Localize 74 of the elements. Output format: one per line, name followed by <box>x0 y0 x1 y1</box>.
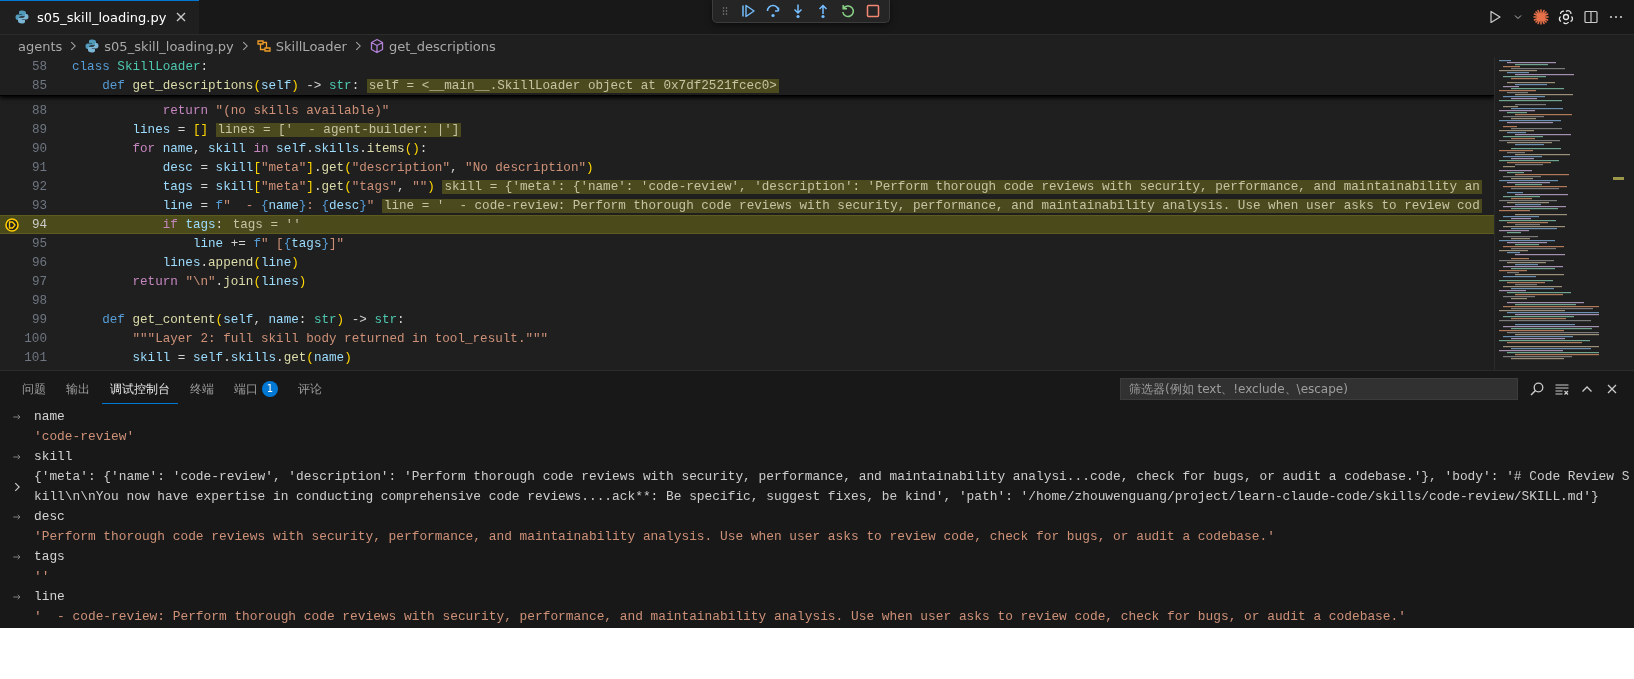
split-editor-icon[interactable] <box>1583 9 1599 25</box>
code-line: def get_content(self, name: str) -> str: <box>101 312 405 327</box>
stop-icon[interactable] <box>865 3 881 19</box>
watch-expression: desc <box>34 508 65 526</box>
count-badge: 1 <box>262 381 278 397</box>
inline-value: lines = [' - agent-builder: |'] <box>215 122 462 137</box>
clear-console-icon[interactable] <box>1554 381 1570 397</box>
inline-value: line = ' - code-review: Perform thorough code reviews with security, performance, and maintainability analysis. Use when user asks to review cod <box>381 198 1482 213</box>
line-number: 95 <box>30 236 48 251</box>
panel-tab[interactable]: 调试控制台 <box>102 374 178 404</box>
code-line: def get_descriptions(self) -> str: <box>101 78 360 93</box>
watch-expression: tags <box>34 548 65 566</box>
watch-expression: name <box>34 408 65 426</box>
inline-value: tags = '' <box>230 217 303 232</box>
code-line: line += f" [{tags}]" <box>191 236 345 251</box>
line-number: 99 <box>30 312 48 327</box>
code-line: for name, skill in self.skills.items(): <box>131 141 428 156</box>
watch-expression: skill <box>34 448 73 466</box>
breadcrumb-item[interactable]: get_descriptions <box>388 38 496 54</box>
panel-tab[interactable]: 输出 <box>58 374 98 404</box>
line-number: 97 <box>30 274 48 289</box>
line-number: 90 <box>30 141 48 156</box>
starburst-icon[interactable] <box>1533 9 1549 25</box>
line-number: 96 <box>30 255 48 270</box>
python-icon <box>14 9 30 25</box>
line-number: 94 <box>30 217 48 232</box>
overview-ruler-mark <box>1613 177 1624 180</box>
line-number: 58 <box>30 59 48 74</box>
code-line: line = f" - {name}: {desc}" <box>161 198 375 213</box>
panel-tab[interactable]: 终端 <box>182 374 222 404</box>
run-icon[interactable] <box>1487 9 1503 25</box>
breadcrumb-item[interactable]: agents <box>18 38 63 54</box>
inline-value: skill = {'meta': {'name': 'code-review', 'description': 'Perform thorough code reviews with security, performance, and maintainability an <box>442 179 1482 194</box>
line-number: 85 <box>30 78 48 93</box>
inline-value: self = <__main__.SkillLoader object at 0x7df2521fcec0> <box>366 78 779 93</box>
expression-value: '' <box>34 568 51 586</box>
expression-value: 'code-review' <box>34 428 136 446</box>
code-line: desc = skill["meta"].get("description", "No description") <box>161 160 594 175</box>
class-icon <box>255 38 272 54</box>
editor-tab[interactable]: s05_skill_loading.py <box>0 0 200 34</box>
expression-value: {'meta': {'name': 'code-review', 'description': 'Perform thorough code reviews with security, performance, and maintainability analysi...code, check for bugs, or audit a codebase.'}, 'body': '# Code Review Skill\n\nYou now have expertise in conducting comprehensive code reviews....ack**: Be specific, suggest fixes, be kind', 'path': '/home/zhouwenguang/project/learn-claude-code/skills/code-review/SKILL.md'} <box>34 468 1630 506</box>
watch-expression: line <box>34 588 65 606</box>
expression-value: ' - code-review: Perform thorough code reviews with security, performance, and maintainability analysis. Use when user asks to review code, check for bugs, or audit a codebase.' <box>34 608 1407 626</box>
line-number: 93 <box>30 198 48 213</box>
knot-icon[interactable] <box>1558 9 1574 25</box>
search-icon[interactable] <box>1529 381 1545 397</box>
step-over-icon[interactable] <box>765 3 781 19</box>
code-line: return "\n".join(lines) <box>131 274 307 289</box>
code-line: skill = self.skills.get(name) <box>131 350 352 365</box>
breadcrumb-item[interactable]: s05_skill_loading.py <box>104 38 234 54</box>
code-line: """Layer 2: full skill body returned in tool_result.""" <box>131 331 549 346</box>
line-number: 92 <box>30 179 48 194</box>
code-line: class SkillLoader: <box>72 59 209 74</box>
code-line: lines = [] <box>131 122 209 137</box>
restart-icon[interactable] <box>840 3 856 19</box>
continue-icon[interactable] <box>740 3 756 19</box>
cube-icon <box>368 38 385 54</box>
line-number: 101 <box>24 350 48 365</box>
panel-tab[interactable]: 端口 1 <box>226 374 286 404</box>
line-number: 98 <box>30 293 48 308</box>
breadcrumb-item[interactable]: SkillLoader <box>275 38 347 54</box>
code-line: if tags: <box>161 217 224 232</box>
line-number: 100 <box>24 331 48 346</box>
code-line: lines.append(line) <box>161 255 299 270</box>
line-number: 88 <box>30 103 48 118</box>
line-number: 91 <box>30 160 48 175</box>
python-icon <box>84 38 101 54</box>
code-line: tags = skill["meta"].get("tags", "") <box>161 179 435 194</box>
code-line: return "(no skills available)" <box>161 103 390 118</box>
expression-value: 'Perform thorough code reviews with security, performance, and maintainability analysis. Use when user asks to review code, check for bugs, or audit a codebase.' <box>34 528 1276 546</box>
line-number: 89 <box>30 122 48 137</box>
filter-field[interactable]: 筛选器(例如 text、!exclude、\escape) <box>1120 378 1518 400</box>
panel-tab[interactable]: 问题 <box>14 374 54 404</box>
panel-tab[interactable]: 评论 <box>290 374 330 404</box>
